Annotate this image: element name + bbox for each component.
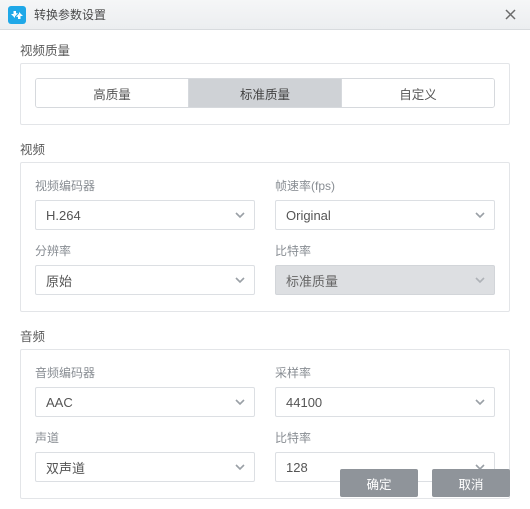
dialog-content: 视频质量 高质量 标准质量 自定义 视频 视频编码器 H.264 (0, 30, 530, 499)
chevron-down-icon (234, 461, 246, 473)
field-video-bitrate: 比特率 标准质量 (275, 242, 495, 295)
select-value: 128 (286, 460, 308, 475)
section-box-video: 视频编码器 H.264 帧速率(fps) Original 分辨率 (20, 162, 510, 312)
dialog-footer: 确定 取消 (340, 469, 510, 497)
ok-button[interactable]: 确定 (340, 469, 418, 497)
chevron-down-icon (234, 396, 246, 408)
field-audio-channels: 声道 双声道 (35, 429, 255, 482)
field-video-resolution: 分辨率 原始 (35, 242, 255, 295)
field-audio-encoder: 音频编码器 AAC (35, 364, 255, 417)
label-audio-bitrate: 比特率 (275, 429, 495, 446)
cancel-button[interactable]: 取消 (432, 469, 510, 497)
label-audio-encoder: 音频编码器 (35, 364, 255, 381)
chevron-down-icon (234, 274, 246, 286)
section-video-quality: 视频质量 高质量 标准质量 自定义 (20, 40, 510, 125)
select-value: Original (286, 208, 331, 223)
close-button[interactable] (498, 3, 522, 27)
select-video-fps[interactable]: Original (275, 200, 495, 230)
field-video-fps: 帧速率(fps) Original (275, 177, 495, 230)
label-video-resolution: 分辨率 (35, 242, 255, 259)
select-value: AAC (46, 395, 73, 410)
app-icon (8, 6, 26, 24)
chevron-down-icon (234, 209, 246, 221)
field-video-encoder: 视频编码器 H.264 (35, 177, 255, 230)
select-value: 标准质量 (286, 271, 338, 290)
label-video-fps: 帧速率(fps) (275, 177, 495, 194)
chevron-down-icon (474, 396, 486, 408)
label-audio-channels: 声道 (35, 429, 255, 446)
section-title-audio: 音频 (20, 326, 510, 349)
quality-option-custom[interactable]: 自定义 (342, 79, 494, 107)
select-value: H.264 (46, 208, 81, 223)
quality-option-high[interactable]: 高质量 (36, 79, 189, 107)
section-title-video-quality: 视频质量 (20, 40, 510, 63)
select-audio-channels[interactable]: 双声道 (35, 452, 255, 482)
quality-segmented-control: 高质量 标准质量 自定义 (35, 78, 495, 108)
select-video-encoder[interactable]: H.264 (35, 200, 255, 230)
window-title: 转换参数设置 (34, 6, 498, 23)
select-value: 双声道 (46, 458, 85, 477)
quality-option-standard[interactable]: 标准质量 (189, 79, 342, 107)
label-video-bitrate: 比特率 (275, 242, 495, 259)
select-value: 原始 (46, 271, 72, 290)
field-audio-samplerate: 采样率 44100 (275, 364, 495, 417)
section-title-video: 视频 (20, 139, 510, 162)
select-audio-samplerate[interactable]: 44100 (275, 387, 495, 417)
select-video-resolution[interactable]: 原始 (35, 265, 255, 295)
section-video: 视频 视频编码器 H.264 帧速率(fps) Original (20, 139, 510, 312)
label-audio-samplerate: 采样率 (275, 364, 495, 381)
chevron-down-icon (474, 209, 486, 221)
chevron-down-icon (474, 274, 486, 286)
select-value: 44100 (286, 395, 322, 410)
label-video-encoder: 视频编码器 (35, 177, 255, 194)
select-video-bitrate[interactable]: 标准质量 (275, 265, 495, 295)
select-audio-encoder[interactable]: AAC (35, 387, 255, 417)
section-box-video-quality: 高质量 标准质量 自定义 (20, 63, 510, 125)
title-bar: 转换参数设置 (0, 0, 530, 30)
